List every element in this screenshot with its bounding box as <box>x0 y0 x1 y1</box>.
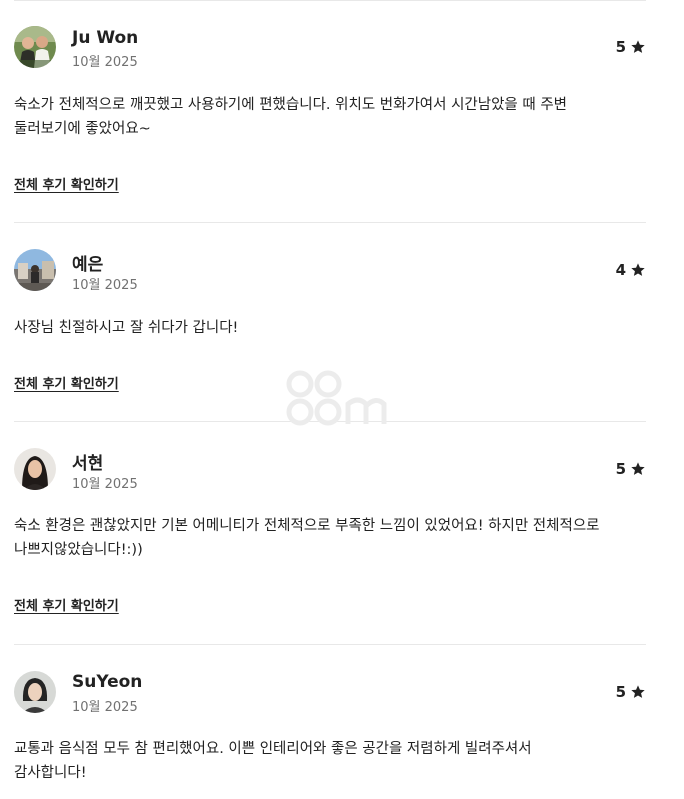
rating-value: 5 <box>615 683 626 701</box>
show-full-review-link[interactable]: 전체 후기 확인하기 <box>14 595 119 614</box>
review-date: 10월 2025 <box>72 477 138 492</box>
star-icon <box>630 39 646 55</box>
star-icon <box>630 684 646 700</box>
rating: 5 <box>616 683 646 701</box>
review-text: 사장님 친절하시고 잘 쉬다가 갑니다! <box>14 316 646 340</box>
avatar[interactable] <box>14 249 56 291</box>
review-date: 10월 2025 <box>72 700 138 715</box>
rating-value: 4 <box>615 261 626 279</box>
review-text-line: 둘러보기에 좋았어요~ <box>14 121 151 137</box>
reviewer-name: Ju Won <box>72 28 139 48</box>
show-full-review-link[interactable]: 전체 후기 확인하기 <box>14 174 119 193</box>
star-icon <box>630 461 646 477</box>
avatar[interactable] <box>14 26 56 68</box>
star-icon <box>630 262 646 278</box>
rating-value: 5 <box>615 460 626 478</box>
rating: 5 <box>616 460 646 478</box>
rating-value: 5 <box>615 38 626 56</box>
review-text-line: 감사합니다! <box>14 765 87 781</box>
review-text-line: 나쁘지않았습니다!:)) <box>14 542 143 558</box>
review-date: 10월 2025 <box>72 55 138 70</box>
review-card: 예은 10월 2025 4 사장님 친절하시고 잘 쉬다가 갑니다! 전체 후기… <box>14 222 646 422</box>
reviewer-name: 서현 <box>72 454 104 474</box>
rating: 5 <box>616 38 646 56</box>
review-text-line: 교통과 음식점 모두 참 편리했어요. 이쁜 인테리어와 좋은 공간을 저렴하게… <box>14 741 532 757</box>
review-text: 숙소가 전체적으로 깨끗했고 사용하기에 편했습니다. 위치도 번화가여서 시간… <box>14 93 646 141</box>
reviewer-name: 예은 <box>72 255 104 275</box>
review-text-line: 사장님 친절하시고 잘 쉬다가 갑니다! <box>14 320 239 336</box>
review-text-line: 숙소 환경은 괜찮았지만 기본 어메니티가 전체적으로 부족한 느낌이 있었어요… <box>14 518 600 534</box>
review-text-line: 숙소가 전체적으로 깨끗했고 사용하기에 편했습니다. 위치도 번화가여서 시간… <box>14 97 568 113</box>
avatar[interactable] <box>14 671 56 713</box>
review-card: Ju Won 10월 2025 5 숙소가 전체적으로 깨끗했고 사용하기에 편… <box>14 0 646 223</box>
review-card: SuYeon 10월 2025 5 교통과 음식점 모두 참 편리했어요. 이쁜… <box>14 644 646 799</box>
avatar[interactable] <box>14 448 56 490</box>
review-text: 교통과 음식점 모두 참 편리했어요. 이쁜 인테리어와 좋은 공간을 저렴하게… <box>14 737 646 785</box>
review-card: 서현 10월 2025 5 숙소 환경은 괜찮았지만 기본 어메니티가 전체적으… <box>14 421 646 645</box>
show-full-review-link[interactable]: 전체 후기 확인하기 <box>14 373 119 392</box>
review-date: 10월 2025 <box>72 278 138 293</box>
reviewer-name: SuYeon <box>72 672 143 692</box>
rating: 4 <box>616 261 646 279</box>
review-text: 숙소 환경은 괜찮았지만 기본 어메니티가 전체적으로 부족한 느낌이 있었어요… <box>14 514 646 562</box>
